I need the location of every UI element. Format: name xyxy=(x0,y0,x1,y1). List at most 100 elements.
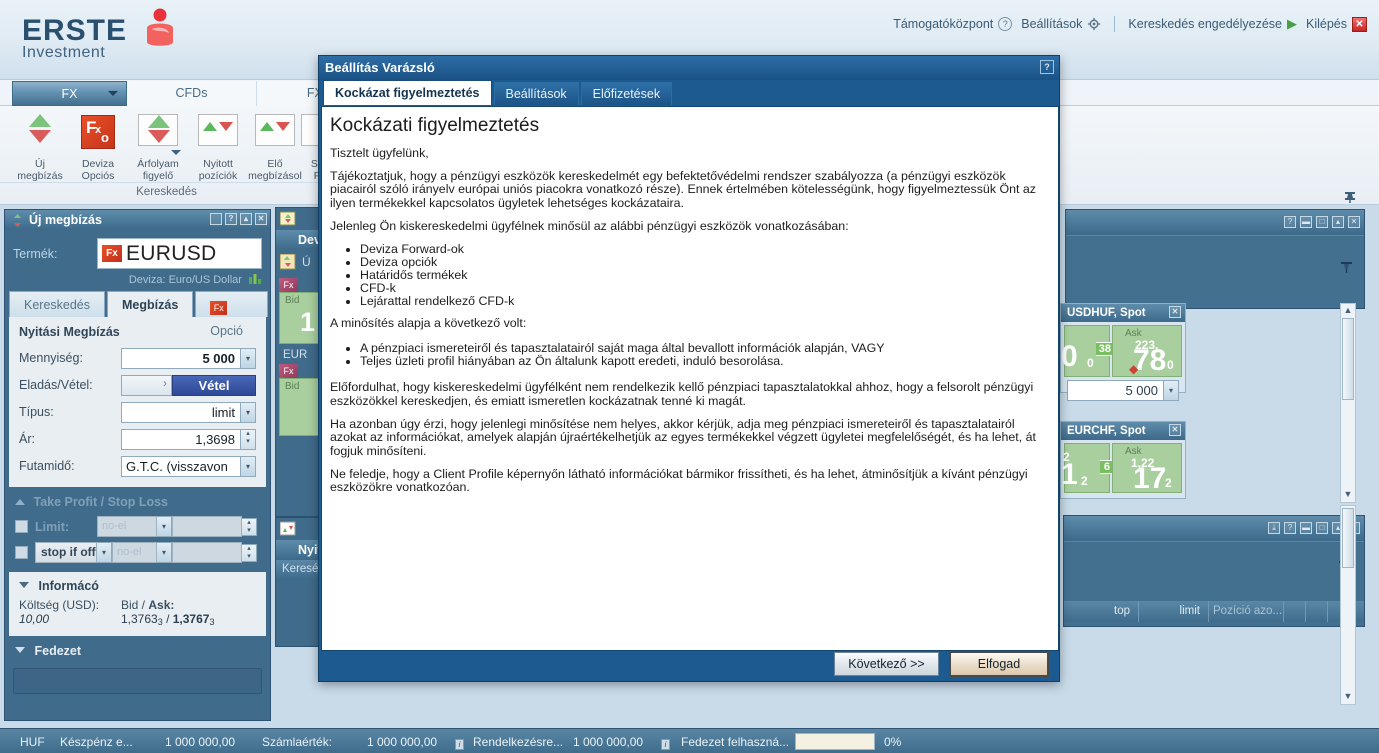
usdhuf-ask-tile[interactable]: Ask 223, 78 0 ◆ xyxy=(1112,325,1182,377)
eurchf-ask-tile[interactable]: Ask 1,22 17 2 xyxy=(1112,443,1182,495)
usdhuf-qty-input[interactable]: 5 000 xyxy=(1067,380,1164,401)
bid-value-sub: 3 xyxy=(157,617,163,627)
field-quantity-label: Mennyiség: xyxy=(19,351,83,365)
column-header-position-id[interactable]: Pozíció azo... xyxy=(1209,601,1284,622)
next-button[interactable]: Következő >> xyxy=(834,652,939,676)
new-order-icon[interactable] xyxy=(279,253,296,278)
duration-dropdown-icon[interactable]: ▾ xyxy=(241,455,256,477)
information-title[interactable]: Informácó xyxy=(19,579,256,593)
help-button[interactable]: ? xyxy=(1284,522,1296,534)
usdhuf-qty-dropdown-icon[interactable]: ▾ xyxy=(1164,380,1179,401)
scrollbar-thumb[interactable] xyxy=(1342,318,1354,400)
scroll-down-icon[interactable]: ▼ xyxy=(1342,691,1354,703)
limit-checkbox[interactable] xyxy=(15,520,28,533)
ribbon-open-positions-button[interactable]: Nyitott pozíciók xyxy=(188,112,248,182)
column-header-limit[interactable]: limit xyxy=(1139,601,1209,622)
scroll-down-icon[interactable]: ▼ xyxy=(1342,489,1354,501)
stop-value-input xyxy=(172,542,242,563)
usdhuf-bid-tile[interactable]: 0 0 38 xyxy=(1061,325,1114,377)
available-info-icon[interactable]: i xyxy=(658,735,670,750)
header-links: Támogatóközpont ? Beállítások Kereskedés… xyxy=(893,16,1367,32)
quantity-input[interactable]: 5 000 xyxy=(121,347,241,369)
type-select[interactable]: limit xyxy=(121,401,241,423)
ribbon-rate-watch-button[interactable]: Árfolyam figyelő xyxy=(128,112,188,182)
settings-label: Beállítások xyxy=(1021,17,1083,31)
column-header-blank-1[interactable] xyxy=(1284,601,1306,622)
wizard-tab-settings[interactable]: Beállítások xyxy=(493,82,579,105)
field-type: Típus: limit ▾ xyxy=(19,401,256,423)
close-button[interactable]: ✕ xyxy=(1348,216,1360,228)
ribbon-pending-orders-label-2: megbízásol xyxy=(248,170,302,182)
support-center-link[interactable]: Támogatóközpont ? xyxy=(893,17,1013,31)
maximize-button[interactable]: □ xyxy=(1316,522,1328,534)
right-scrollbar[interactable]: ▲ ▼ xyxy=(1340,303,1356,503)
wizard-body: Kockázati figyelmeztetés Tisztelt ügyfel… xyxy=(321,106,1059,651)
bidask-separator: / xyxy=(166,612,170,626)
ribbon-fx-option-button[interactable]: F x o Deviza Opciós xyxy=(68,112,128,182)
subtab-opcio[interactable]: Fx Opció xyxy=(195,291,268,338)
help-button[interactable]: ? xyxy=(1284,216,1296,228)
wizard-tab-subscriptions[interactable]: Előfizetések xyxy=(580,82,673,105)
ribbon-fx-option-label-1: Deviza xyxy=(81,158,115,170)
scroll-up-icon[interactable]: ▲ xyxy=(1342,305,1354,317)
exit-link[interactable]: Kilépés ✕ xyxy=(1306,16,1367,32)
price-input[interactable]: 1,3698 xyxy=(121,428,241,450)
restore-button[interactable] xyxy=(210,213,222,225)
stop-mode-dropdown-icon[interactable]: ▾ xyxy=(97,542,112,563)
eurchf-tile-title-bar: EURCHF, Spot ✕ xyxy=(1061,422,1185,440)
wizard-tabs: Kockázat figyelmeztetés Beállítások Előf… xyxy=(319,80,1059,105)
ribbon-pending-orders-button[interactable]: Elő megbízásol xyxy=(245,112,305,182)
buy-toggle[interactable]: Vétel xyxy=(172,374,256,396)
right-scrollbar-lower[interactable]: ▼ xyxy=(1340,505,1356,705)
ask-value: 1,3767 xyxy=(172,612,210,626)
chart-bars-icon[interactable] xyxy=(249,273,262,284)
maximize-button[interactable]: □ xyxy=(1316,216,1328,228)
ribbon-new-order-button[interactable]: Új megbízás xyxy=(10,112,70,182)
close-button[interactable]: ✕ xyxy=(1169,306,1181,318)
tpsl-title[interactable]: Take Profit / Stop Loss xyxy=(15,495,260,509)
fx-badge-icon: Fx xyxy=(279,364,298,378)
product-input[interactable]: Fx EURUSD xyxy=(97,238,262,269)
restore-button[interactable]: ▴ xyxy=(1332,216,1344,228)
collateral-title[interactable]: Fedezet xyxy=(15,644,260,658)
minimize-button[interactable]: ▴ xyxy=(240,213,252,225)
wizard-tab-subscriptions-label: Előfizetések xyxy=(592,87,661,101)
sell-toggle[interactable] xyxy=(121,374,172,396)
tpsl-title-label: Take Profit / Stop Loss xyxy=(33,495,168,509)
expand-triangle-icon xyxy=(19,582,29,588)
quote-side-label: Bid xyxy=(285,381,300,392)
new-order-panel-title: Új megbízás xyxy=(29,213,102,227)
account-info-icon[interactable]: i xyxy=(452,735,464,750)
subtab-kereskedes[interactable]: Kereskedés xyxy=(9,291,106,317)
export-button[interactable]: ⤓ xyxy=(1268,522,1280,534)
chevron-down-icon[interactable] xyxy=(108,91,118,96)
status-account-value: 1 000 000,00 xyxy=(367,735,438,749)
price-spinner-icon[interactable]: ▴ ▾ xyxy=(241,428,256,450)
column-header-blank-2[interactable] xyxy=(1306,601,1328,622)
tab-cfds[interactable]: CFDs xyxy=(127,81,257,106)
column-header-top[interactable]: top xyxy=(1064,601,1139,622)
subtab-megbizas[interactable]: Megbízás xyxy=(107,291,194,317)
minimize-button[interactable]: ▬ xyxy=(1300,522,1312,534)
wizard-tab-risk-warning[interactable]: Kockázat figyelmeztetés xyxy=(323,80,492,105)
accept-button[interactable]: Elfogad xyxy=(949,651,1049,677)
stop-mode-select[interactable]: stop if offer xyxy=(35,542,97,563)
quantity-dropdown-icon[interactable]: ▾ xyxy=(241,347,256,369)
scrollbar-thumb[interactable] xyxy=(1342,508,1354,568)
wizard-paragraph-basis: A minősítés alapja a következő volt: xyxy=(330,315,527,330)
pin-icon[interactable] xyxy=(1340,261,1352,274)
submit-order-button[interactable] xyxy=(13,668,262,694)
close-button[interactable]: ✕ xyxy=(1169,424,1181,436)
tab-fx[interactable]: FX xyxy=(12,81,127,106)
minimize-button[interactable]: ▬ xyxy=(1300,216,1312,228)
settings-link[interactable]: Beállítások xyxy=(1021,17,1101,31)
list-item: Lejárattal rendelkező CFD-k xyxy=(360,294,1048,308)
enable-trading-link[interactable]: Kereskedés engedélyezése ▶ xyxy=(1128,16,1297,32)
close-button[interactable]: ✕ xyxy=(255,213,267,225)
type-dropdown-icon[interactable]: ▾ xyxy=(241,401,256,423)
eurchf-bid-tile[interactable]: 2 1 2 6 xyxy=(1061,443,1114,493)
duration-select[interactable]: G.T.C. (visszavon xyxy=(121,455,241,477)
help-icon[interactable]: ? xyxy=(1040,60,1054,74)
stop-checkbox[interactable] xyxy=(15,546,28,559)
help-button[interactable]: ? xyxy=(225,213,237,225)
